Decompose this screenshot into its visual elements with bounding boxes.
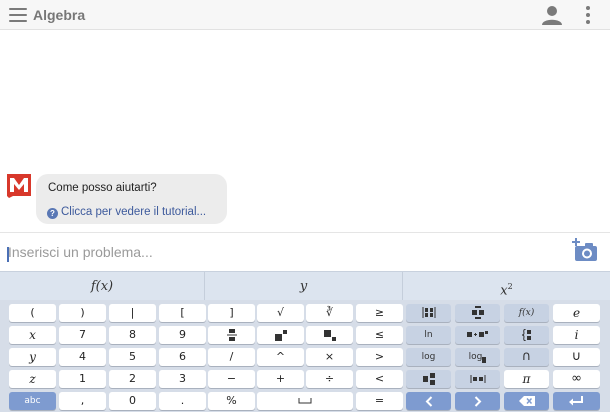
- key-ln[interactable]: ln: [406, 326, 451, 344]
- log-base-label: log: [468, 352, 483, 362]
- vector-icon: [470, 374, 485, 383]
- help-icon: ?: [47, 208, 58, 219]
- key-fraction[interactable]: [208, 326, 255, 344]
- enter-icon: [569, 396, 583, 406]
- space-icon: [298, 398, 312, 404]
- key-caret[interactable]: ^: [257, 348, 304, 366]
- mixed-number-icon: [422, 372, 435, 385]
- key-superscript[interactable]: [257, 326, 304, 344]
- camera-plus-icon[interactable]: [572, 238, 598, 262]
- key-4[interactable]: 4: [59, 348, 106, 366]
- key-open-bracket[interactable]: [: [159, 304, 206, 322]
- matrix-icon: [422, 307, 435, 318]
- key-cbrt[interactable]: ∛: [306, 304, 353, 322]
- superscript-icon: [274, 329, 287, 341]
- key-6[interactable]: 6: [159, 348, 206, 366]
- sum-template-icon: [471, 306, 484, 319]
- math-keyboard: ( ) | [ ] √ ∛ ≥ f(x) e x 7 8 9 ≤ ln i y …: [0, 300, 610, 412]
- key-right-arrow[interactable]: [455, 392, 500, 410]
- fraction-icon: [226, 329, 237, 341]
- key-gt[interactable]: >: [356, 348, 403, 366]
- key-subscript[interactable]: [306, 326, 353, 344]
- tab-functions[interactable]: f(x): [0, 272, 205, 301]
- key-summation[interactable]: [455, 304, 500, 322]
- key-3[interactable]: 3: [159, 370, 206, 388]
- more-icon[interactable]: [583, 5, 593, 25]
- key-lt[interactable]: <: [356, 370, 403, 388]
- key-minus[interactable]: −: [208, 370, 255, 388]
- key-period[interactable]: .: [159, 392, 206, 410]
- key-9[interactable]: 9: [159, 326, 206, 344]
- key-z[interactable]: z: [9, 370, 56, 388]
- brace-icon: [521, 328, 531, 341]
- problem-input[interactable]: [8, 242, 548, 262]
- key-5[interactable]: 5: [109, 348, 156, 366]
- key-close-bracket[interactable]: ]: [208, 304, 255, 322]
- product-template-icon: [466, 331, 488, 337]
- key-y[interactable]: y: [9, 348, 56, 366]
- key-gte[interactable]: ≥: [356, 304, 403, 322]
- key-equals[interactable]: =: [356, 392, 403, 410]
- key-infinity[interactable]: ∞: [553, 370, 600, 388]
- key-union[interactable]: ∪: [553, 348, 600, 366]
- key-f-of-x[interactable]: f(x): [504, 304, 549, 322]
- mathway-logo-icon: [7, 174, 31, 198]
- keyboard-tabs: f(x) y x2: [0, 271, 610, 301]
- key-2[interactable]: 2: [109, 370, 156, 388]
- key-log-base[interactable]: log: [455, 348, 500, 366]
- key-intersection[interactable]: ∩: [504, 348, 549, 366]
- key-comma[interactable]: ,: [59, 392, 106, 410]
- problem-input-row: [0, 232, 610, 270]
- key-enter[interactable]: [553, 392, 600, 410]
- backspace-icon: [518, 396, 535, 406]
- key-i[interactable]: i: [553, 326, 600, 344]
- chat-message: Come posso aiutarti?: [48, 182, 157, 194]
- key-abc[interactable]: abc: [9, 392, 56, 410]
- menu-icon[interactable]: [9, 8, 27, 22]
- chevron-right-icon: [474, 395, 481, 407]
- key-percent[interactable]: %: [208, 392, 255, 410]
- app: Algebra Come posso aiutarti? ? Clicca per…: [0, 0, 610, 412]
- key-space[interactable]: [257, 392, 353, 410]
- key-x[interactable]: x: [9, 326, 56, 344]
- key-1[interactable]: 1: [59, 370, 106, 388]
- chevron-left-icon: [425, 395, 432, 407]
- subscript-icon: [323, 329, 336, 341]
- tutorial-link-label: Clicca per vedere il tutorial...: [61, 206, 207, 218]
- key-matrix[interactable]: [406, 304, 451, 322]
- text-caret: [7, 247, 9, 262]
- key-multiply[interactable]: ×: [306, 348, 353, 366]
- user-icon[interactable]: [541, 5, 563, 25]
- key-left-arrow[interactable]: [406, 392, 451, 410]
- log-base-box-icon: [482, 357, 487, 363]
- app-header: Algebra: [0, 0, 610, 30]
- key-open-paren[interactable]: (: [9, 304, 56, 322]
- key-pi[interactable]: π: [504, 370, 549, 388]
- key-lte[interactable]: ≤: [356, 326, 403, 344]
- key-mixed-number[interactable]: [406, 370, 451, 388]
- tab-powers[interactable]: x2: [403, 272, 610, 301]
- tab-variables[interactable]: y: [205, 272, 403, 301]
- key-close-paren[interactable]: ): [59, 304, 106, 322]
- key-slash[interactable]: /: [208, 348, 255, 366]
- key-7[interactable]: 7: [59, 326, 106, 344]
- key-brace[interactable]: [504, 326, 549, 344]
- chat-bubble: Come posso aiutarti? ? Clicca per vedere …: [36, 174, 227, 224]
- key-sqrt[interactable]: √: [257, 304, 304, 322]
- key-0[interactable]: 0: [109, 392, 156, 410]
- key-product-template[interactable]: [455, 326, 500, 344]
- key-backspace[interactable]: [504, 392, 549, 410]
- key-divide[interactable]: ÷: [306, 370, 353, 388]
- key-abs[interactable]: |: [109, 304, 156, 322]
- tutorial-link[interactable]: ? Clicca per vedere il tutorial...: [47, 206, 206, 219]
- key-log[interactable]: log: [406, 348, 451, 366]
- app-title: Algebra: [33, 7, 86, 23]
- key-e[interactable]: e: [553, 304, 600, 322]
- key-plus[interactable]: +: [257, 370, 304, 388]
- key-8[interactable]: 8: [109, 326, 156, 344]
- key-vector[interactable]: [455, 370, 500, 388]
